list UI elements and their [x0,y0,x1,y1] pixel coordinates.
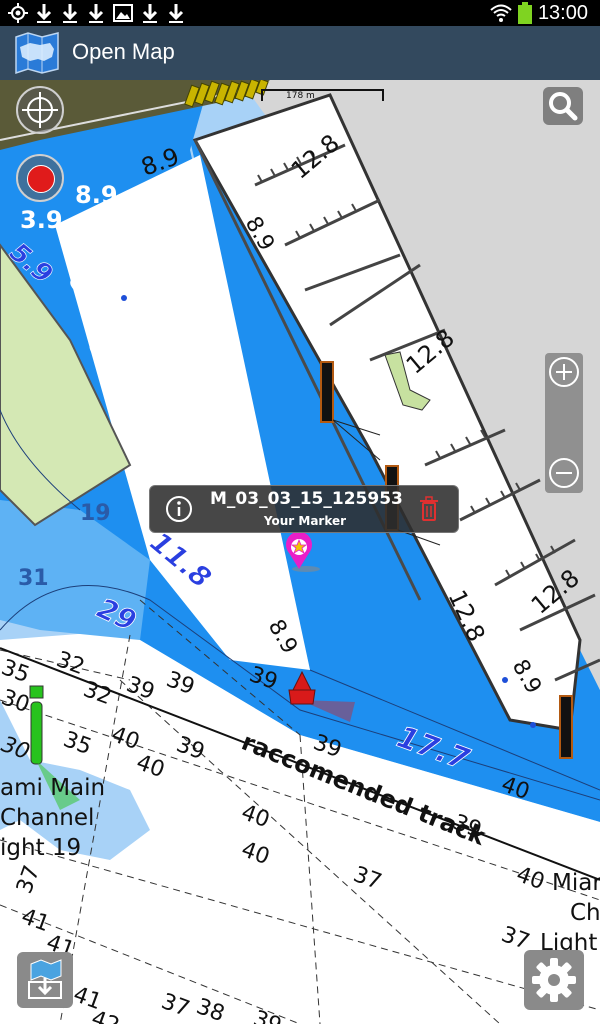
map-icon[interactable] [14,31,60,75]
small-buoy [121,295,127,301]
zoom-out-icon[interactable] [548,457,580,489]
gear-icon [532,958,576,1002]
zoom-control [545,353,583,493]
clock: 13:00 [537,1,588,24]
app-title: Open Map [72,39,175,64]
zoom-in-icon[interactable] [548,356,580,388]
record-track-button[interactable] [16,154,64,202]
search-button[interactable] [543,87,583,125]
search-icon [549,92,578,121]
scale-label: 178 m [286,91,315,101]
record-icon [27,165,55,193]
channel-label: ight 19 [0,835,81,861]
small-buoy [530,722,536,728]
center-location-button[interactable] [16,86,64,134]
channel-label: Channel [0,805,94,831]
import-map-button[interactable] [17,952,73,1008]
crosshair-icon [22,92,58,128]
depth-label: 31 [18,566,49,591]
trash-icon[interactable] [414,494,444,524]
action-bar: Open Map [0,26,600,80]
channel-label: Ch [570,900,600,926]
depth-label: 6.9 [88,332,131,360]
marker-subtitle: Your Marker [263,514,347,528]
marker-name: M_03_03_15_125953 [210,489,403,509]
download-icon [62,4,78,23]
depth-label: 3.9 [20,206,63,234]
depth-label: 6.9 [108,400,151,428]
notification-icons [8,2,186,24]
status-bar: 13:00 [0,0,600,26]
gps-icon [8,3,28,23]
download-icon [36,4,52,23]
depth-label: 19 [80,501,111,526]
download-icon [142,4,158,23]
channel-label: ami Main [0,775,105,801]
marker-popup[interactable]: M_03_03_15_125953 Your Marker [149,485,459,533]
import-map-icon [28,959,62,999]
info-icon[interactable] [164,494,194,524]
download-icon [168,4,184,23]
battery-icon [517,2,532,24]
settings-button[interactable] [524,950,584,1010]
channel-label: Miar [552,870,600,896]
small-buoy [502,677,508,683]
image-icon [113,4,133,22]
marker-pin-icon[interactable] [282,533,322,575]
wifi-icon [490,4,512,22]
depth-label: 8.9 [75,181,118,209]
download-icon [88,4,104,23]
